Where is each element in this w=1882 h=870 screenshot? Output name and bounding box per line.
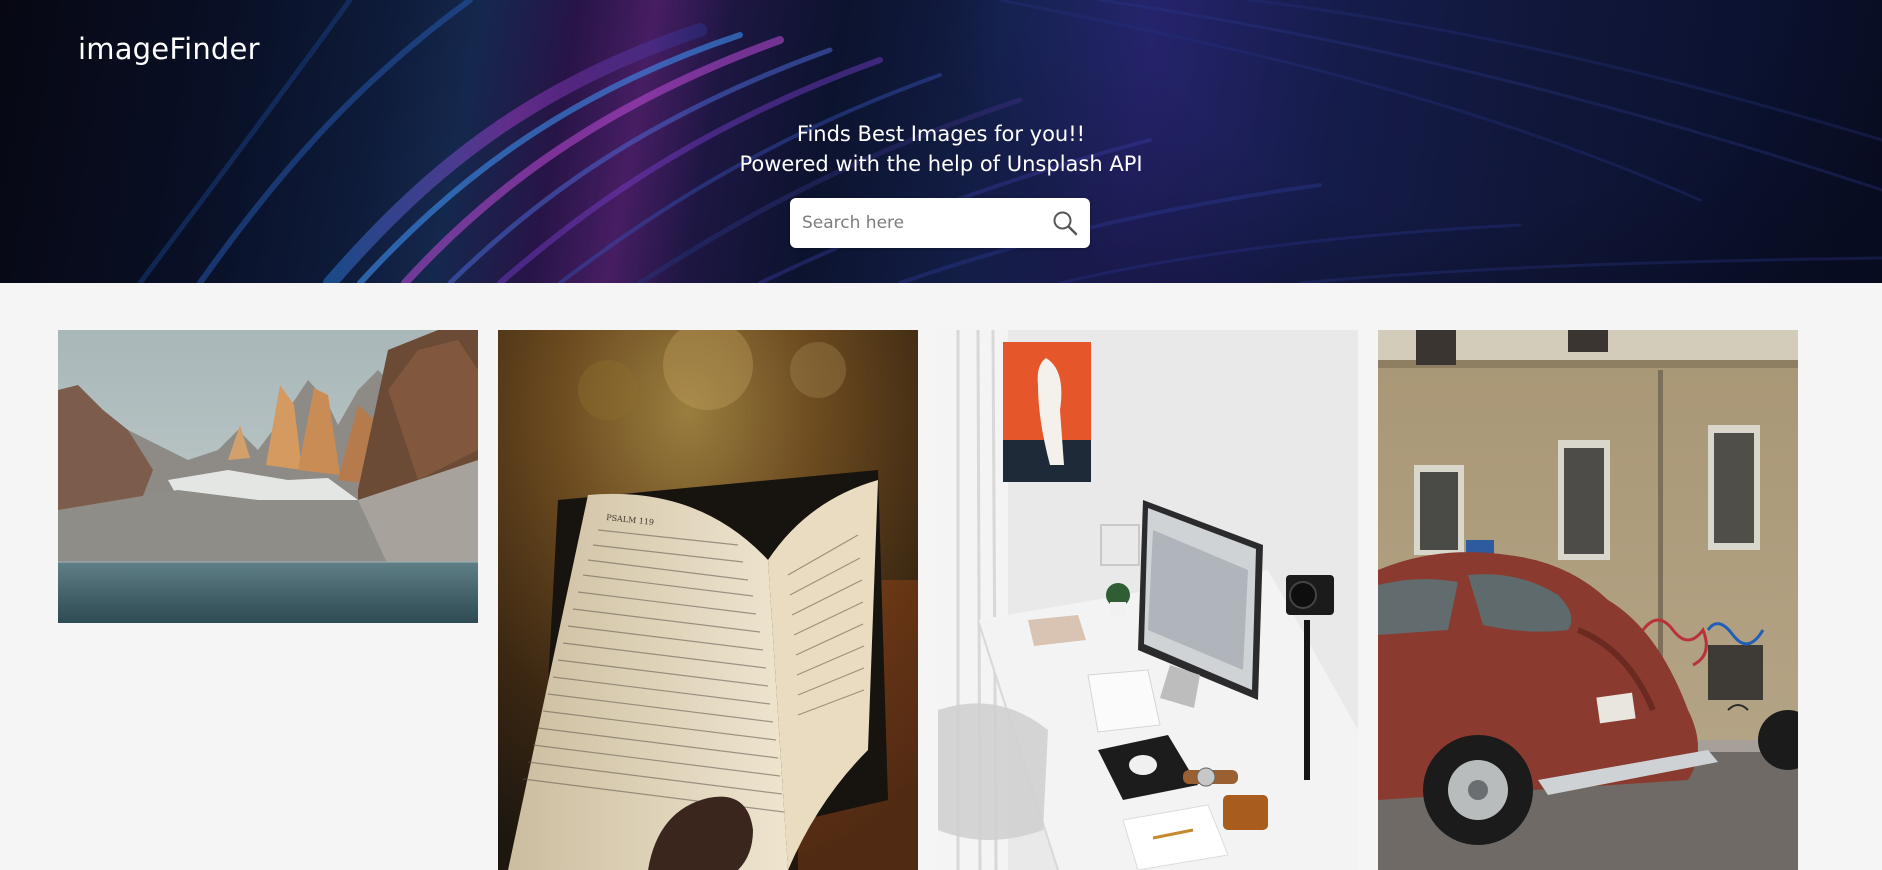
hero-banner: imageFinder Finds Best Images for you!! … <box>0 0 1882 283</box>
search-icon[interactable] <box>1052 210 1078 236</box>
hero-tagline: Finds Best Images for you!! <box>796 122 1086 146</box>
hero-subtitle: Powered with the help of Unsplash API <box>739 152 1143 176</box>
gallery-image-open-book[interactable]: PSALM 119 <box>498 330 918 870</box>
image-gallery: PSALM 119 <box>0 283 1882 870</box>
search-bar <box>790 198 1090 248</box>
gallery-image-mountain-lake[interactable] <box>58 330 478 623</box>
search-input[interactable] <box>790 198 1030 248</box>
brand-logo[interactable]: imageFinder <box>78 32 260 66</box>
gallery-image-desk-setup[interactable] <box>938 330 1358 870</box>
gallery-image-red-beetle[interactable] <box>1378 330 1798 870</box>
